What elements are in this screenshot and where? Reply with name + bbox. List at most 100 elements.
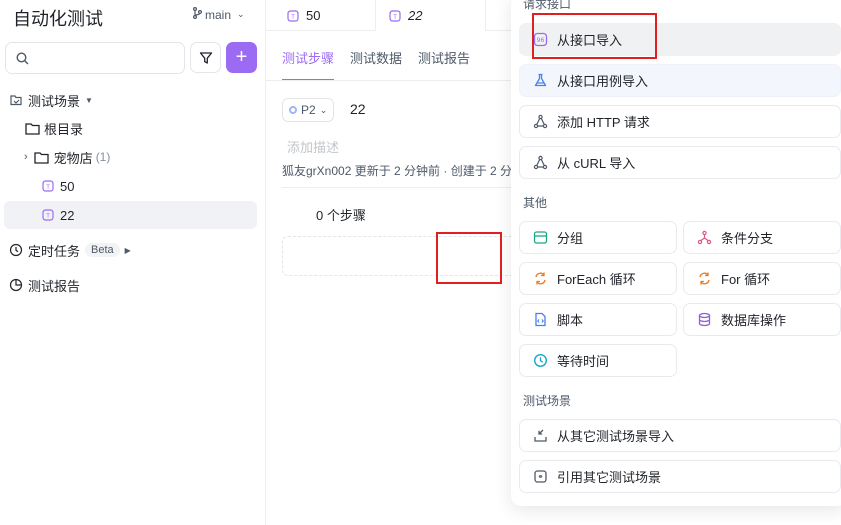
priority-select[interactable]: P2 ⌄ [282, 98, 335, 122]
clock-icon [8, 242, 24, 258]
item-count: (1) [95, 150, 111, 164]
database-icon [696, 312, 712, 328]
menu-database-operation[interactable]: 数据库操作 [683, 303, 841, 336]
menu-wait-time[interactable]: 等待时间 [519, 344, 677, 377]
tab-label: 50 [306, 8, 321, 23]
case-name[interactable]: 22 [350, 101, 366, 117]
tree-item-case-22[interactable]: T 22 [4, 201, 257, 229]
step-drop-zone[interactable] [282, 236, 511, 276]
tree-label: 50 [60, 178, 75, 194]
test-case-icon: T [388, 9, 402, 23]
menu-label: 脚本 [557, 313, 584, 328]
section-other: 其他 [523, 196, 548, 210]
tab-case-22[interactable]: T 22 [376, 0, 486, 31]
case-meta: 狐友grXn002 更新于 2 分钟前 · 创建于 2 分 [282, 164, 511, 178]
nav-label: 定时任务 [28, 243, 81, 259]
test-case-icon: T [40, 178, 56, 194]
api-icon: 96 [532, 32, 548, 48]
svg-text:T: T [45, 185, 50, 191]
menu-import-other-scenario[interactable]: 从其它测试场景导入 [519, 419, 841, 452]
menu-label: 引用其它测试场景 [557, 470, 662, 485]
branch-name: main [205, 7, 232, 22]
loop-icon [532, 271, 548, 287]
menu-label: 分组 [557, 231, 584, 246]
clock-icon [532, 353, 548, 369]
svg-text:T: T [45, 214, 50, 220]
menu-group[interactable]: 分组 [519, 221, 677, 254]
add-button[interactable]: + [226, 42, 257, 73]
reference-icon [532, 469, 548, 485]
tree-scenarios-header[interactable]: 测试场景 ▼ [8, 86, 266, 114]
tab-label: 22 [408, 8, 423, 23]
svg-text:96: 96 [536, 37, 544, 44]
menu-label: 等待时间 [557, 354, 610, 369]
sub-tabs: 测试步骤 测试数据 测试报告 [282, 48, 486, 81]
plus-icon: + [235, 46, 248, 68]
divider [266, 80, 511, 81]
script-icon [532, 312, 548, 328]
flask-icon [532, 73, 548, 89]
test-case-icon: T [286, 9, 300, 23]
nav-label: 测试报告 [28, 278, 81, 294]
search-icon [16, 52, 29, 65]
svg-text:T: T [290, 14, 295, 20]
menu-import-curl[interactable]: 从 cURL 导入 [519, 146, 841, 179]
menu-add-http-request[interactable]: 添加 HTTP 请求 [519, 105, 841, 138]
import-icon [532, 428, 548, 444]
menu-label: 从接口用例导入 [557, 74, 649, 89]
sidebar: 自动化测试 main ⌄ + 测试场景 ▼ 根目录 › 宠物店 (1) T 50… [0, 0, 266, 525]
menu-label: 添加 HTTP 请求 [557, 115, 650, 130]
curl-icon [532, 155, 548, 171]
menu-import-from-api[interactable]: 96 从接口导入 [519, 23, 841, 56]
tree-label: 测试场景 [28, 93, 81, 109]
branch-selector[interactable]: main ⌄ [192, 7, 245, 22]
caret-right-icon: ▶ [124, 245, 131, 255]
nav-test-reports[interactable]: 测试报告 [8, 271, 266, 299]
priority-dot-icon [289, 106, 297, 114]
pie-chart-icon [8, 277, 24, 293]
http-icon [532, 114, 548, 130]
priority-value: P2 [301, 103, 316, 117]
description-input[interactable]: 添加描述 [287, 137, 339, 156]
menu-label: 条件分支 [721, 231, 774, 246]
branch-split-icon [696, 230, 712, 246]
section-request: 请求接口 [523, 0, 572, 11]
beta-badge: Beta [85, 243, 120, 257]
folder-icon [34, 149, 50, 165]
menu-label: ForEach 循环 [557, 272, 636, 287]
menu-label: 从 cURL 导入 [557, 156, 636, 171]
step-count: 0 个步骤 [316, 208, 366, 223]
filter-icon [199, 51, 212, 64]
menu-label: 从接口导入 [557, 33, 623, 48]
section-scenario: 测试场景 [523, 394, 572, 408]
svg-text:T: T [392, 14, 397, 20]
scenario-icon [8, 92, 24, 108]
tab-case-50[interactable]: T 50 [266, 0, 376, 31]
chevron-right-icon: › [24, 151, 28, 163]
loop-icon [696, 271, 712, 287]
menu-label: 从其它测试场景导入 [557, 429, 675, 444]
menu-label: For 循环 [721, 272, 771, 287]
divider [282, 187, 511, 188]
test-case-icon: T [40, 207, 56, 223]
menu-label: 数据库操作 [721, 313, 787, 328]
menu-condition-branch[interactable]: 条件分支 [683, 221, 841, 254]
subtab-test-data[interactable]: 测试数据 [350, 48, 402, 81]
subtab-test-reports[interactable]: 测试报告 [418, 48, 470, 81]
menu-script[interactable]: 脚本 [519, 303, 677, 336]
subtab-test-steps[interactable]: 测试步骤 [282, 48, 335, 81]
menu-for-loop[interactable]: For 循环 [683, 262, 841, 295]
menu-foreach-loop[interactable]: ForEach 循环 [519, 262, 677, 295]
tree-item-case-50[interactable]: T 50 [40, 172, 298, 200]
chevron-down-icon: ⌄ [237, 9, 245, 19]
tree-item-root[interactable]: 根目录 [24, 114, 282, 142]
filter-button[interactable] [190, 42, 221, 73]
nav-scheduled-tasks[interactable]: 定时任务 Beta ▶ [8, 236, 266, 264]
caret-down-icon: ▼ [85, 95, 93, 105]
menu-import-from-api-case[interactable]: 从接口用例导入 [519, 64, 841, 97]
search-input[interactable] [5, 42, 185, 74]
tree-label: 宠物店 [53, 150, 93, 166]
menu-reference-scenario[interactable]: 引用其它测试场景 [519, 460, 841, 493]
tree-item-pet-store[interactable]: › 宠物店 (1) [24, 143, 282, 171]
chevron-down-icon: ⌄ [319, 104, 328, 115]
